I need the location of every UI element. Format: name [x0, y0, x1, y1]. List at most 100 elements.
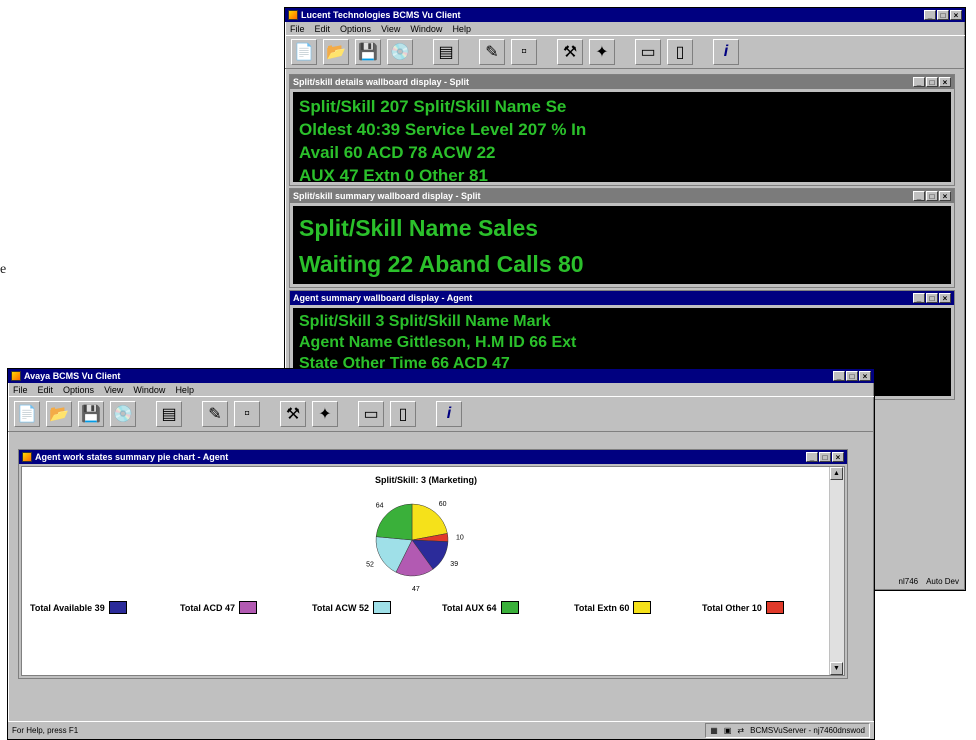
minimize-button[interactable]: _: [924, 10, 936, 20]
maximize-button[interactable]: □: [846, 371, 858, 381]
wallboard-line: Avail 60 ACD 78 ACW 22: [299, 143, 496, 162]
minimize-button[interactable]: _: [806, 452, 818, 462]
wallboard-line: Agent Name Gittleson, H.M ID 66 Ext: [299, 334, 577, 351]
maximize-button[interactable]: □: [926, 191, 938, 201]
close-button[interactable]: ×: [832, 452, 844, 462]
legend-item: Total ACD 47: [180, 601, 258, 614]
close-button[interactable]: ×: [939, 191, 951, 201]
front-window-titlebar[interactable]: Avaya BCMS Vu Client _ □ ×: [8, 369, 874, 383]
wallboard-split-summary[interactable]: Split/skill summary wallboard display - …: [289, 188, 955, 288]
edit-icon[interactable]: ✎: [479, 39, 505, 65]
back-window-titlebar[interactable]: Lucent Technologies BCMS Vu Client _ □ ×: [285, 8, 965, 22]
app-logo-icon: [288, 10, 298, 20]
scroll-up-arrow[interactable]: ▲: [830, 467, 843, 480]
open-icon[interactable]: 📂: [46, 401, 72, 427]
new-icon[interactable]: 📄: [291, 39, 317, 65]
minimize-button[interactable]: _: [913, 293, 925, 303]
tools-icon[interactable]: ⚒: [557, 39, 583, 65]
menu-file[interactable]: File: [13, 385, 28, 395]
legend-swatch: [373, 601, 392, 614]
legend-swatch: [239, 601, 258, 614]
disk-icon[interactable]: 💿: [110, 401, 136, 427]
close-button[interactable]: ×: [950, 10, 962, 20]
menu-file[interactable]: File: [290, 24, 305, 34]
save-icon[interactable]: 💾: [355, 39, 381, 65]
disk-icon[interactable]: 💿: [387, 39, 413, 65]
front-app-window: Avaya BCMS Vu Client _ □ × File Edit Opt…: [7, 368, 875, 740]
front-toolbar: 📄 📂 💾 💿 ▤ ✎ ▫ ⚒ ✦ ▭ ▯ i: [8, 396, 874, 432]
tile-vertical-icon[interactable]: ▯: [390, 401, 416, 427]
blank-icon[interactable]: ▫: [234, 401, 260, 427]
close-button[interactable]: ×: [939, 77, 951, 87]
close-button[interactable]: ×: [859, 371, 871, 381]
menu-help[interactable]: Help: [452, 24, 471, 34]
pie-chart-window[interactable]: Agent work states summary pie chart - Ag…: [18, 449, 848, 679]
menu-edit[interactable]: Edit: [38, 385, 54, 395]
pie-slice-label: 39: [450, 561, 458, 568]
menu-options[interactable]: Options: [340, 24, 371, 34]
edit-icon[interactable]: ✎: [202, 401, 228, 427]
app-logo-icon: [11, 371, 21, 381]
pie-slice-label: 64: [376, 503, 384, 510]
status-cell: Auto Dev: [926, 577, 959, 586]
maximize-button[interactable]: □: [937, 10, 949, 20]
new-icon[interactable]: 📄: [14, 401, 40, 427]
info-icon[interactable]: i: [713, 39, 739, 65]
wallboard-line: Split/Skill 3 Split/Skill Name Mark: [299, 313, 551, 330]
wallboard-display: Split/Skill 207 Split/Skill Name Se Olde…: [293, 92, 951, 182]
wallboard-line: AUX 47 Extn 0 Other 81: [299, 166, 488, 182]
chart-title: Split/Skill: 3 (Marketing): [374, 475, 477, 485]
wallboard-title: Split/skill details wallboard display - …: [293, 77, 470, 87]
pie-slice-label: 10: [456, 535, 464, 542]
wallboard-line: Waiting 22 Aband Calls 80: [299, 251, 584, 277]
legend-label: Total Other 10: [702, 602, 762, 613]
maximize-button[interactable]: □: [819, 452, 831, 462]
server-icon: ▣: [723, 726, 732, 735]
connection-icon: ⇄: [737, 726, 745, 735]
wallboard-title: Split/skill summary wallboard display - …: [293, 191, 481, 201]
legend-swatch: [108, 601, 127, 614]
save-icon[interactable]: 💾: [78, 401, 104, 427]
legend-item: Total Extn 60: [574, 601, 652, 614]
tile-horizontal-icon[interactable]: ▭: [635, 39, 661, 65]
legend-item: Total Available 39: [30, 601, 127, 614]
menu-view[interactable]: View: [104, 385, 123, 395]
chart-window-title: Agent work states summary pie chart - Ag…: [35, 452, 229, 462]
menu-window[interactable]: Window: [133, 385, 165, 395]
front-menubar: File Edit Options View Window Help: [8, 383, 874, 396]
menu-edit[interactable]: Edit: [315, 24, 331, 34]
vertical-scrollbar[interactable]: ▲ ▼: [829, 467, 844, 675]
minimize-button[interactable]: _: [833, 371, 845, 381]
menu-help[interactable]: Help: [175, 385, 194, 395]
wallboard-line: Split/Skill Name Sales: [299, 215, 539, 241]
scroll-down-arrow[interactable]: ▼: [830, 662, 843, 675]
minimize-button[interactable]: _: [913, 77, 925, 87]
legend-label: Total ACW 52: [312, 602, 370, 613]
pie-slice-label: 52: [366, 561, 374, 568]
report-icon[interactable]: ▤: [156, 401, 182, 427]
report-icon[interactable]: ▤: [433, 39, 459, 65]
open-icon[interactable]: 📂: [323, 39, 349, 65]
tools-icon[interactable]: ⚒: [280, 401, 306, 427]
maximize-button[interactable]: □: [926, 293, 938, 303]
legend-swatch: [500, 601, 519, 614]
close-button[interactable]: ×: [939, 293, 951, 303]
menu-options[interactable]: Options: [63, 385, 94, 395]
color-icon[interactable]: ✦: [589, 39, 615, 65]
maximize-button[interactable]: □: [926, 77, 938, 87]
menu-window[interactable]: Window: [410, 24, 442, 34]
tile-horizontal-icon[interactable]: ▭: [358, 401, 384, 427]
network-icon: ▦: [710, 726, 718, 735]
chart-window-icon: [22, 452, 32, 462]
minimize-button[interactable]: _: [913, 191, 925, 201]
menu-view[interactable]: View: [381, 24, 400, 34]
legend-item: Total ACW 52: [312, 601, 392, 614]
tile-vertical-icon[interactable]: ▯: [667, 39, 693, 65]
legend-item: Total AUX 64: [442, 601, 519, 614]
back-menubar: File Edit Options View Window Help: [285, 22, 965, 35]
blank-icon[interactable]: ▫: [511, 39, 537, 65]
wallboard-split-details[interactable]: Split/skill details wallboard display - …: [289, 74, 955, 186]
status-help-text: For Help, press F1: [12, 726, 79, 735]
color-icon[interactable]: ✦: [312, 401, 338, 427]
info-icon[interactable]: i: [436, 401, 462, 427]
